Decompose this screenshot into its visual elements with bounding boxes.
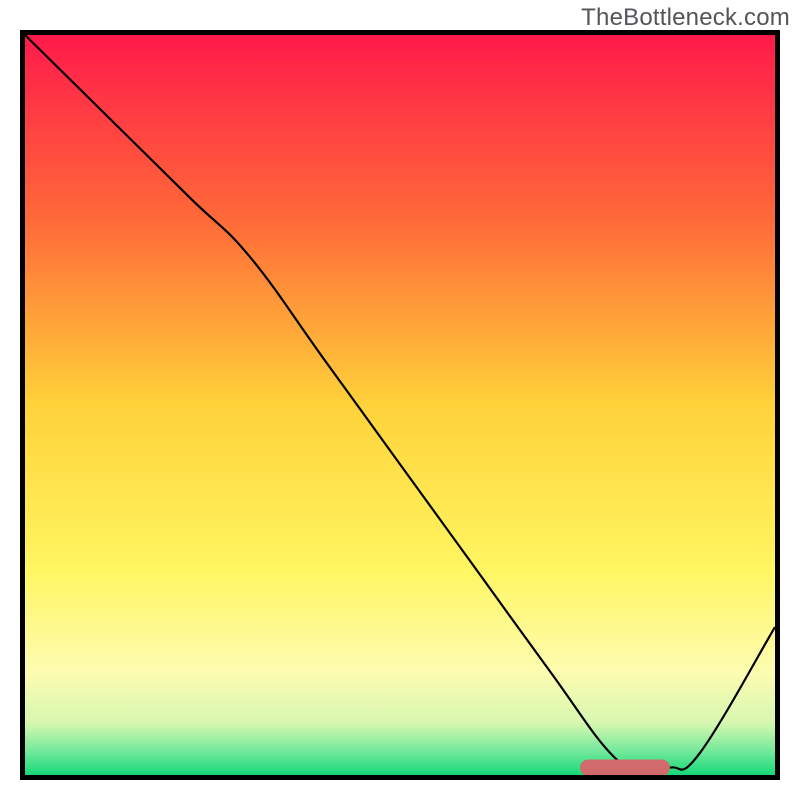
chart-frame: TheBottleneck.com [0,0,800,800]
valley-marker [580,759,670,775]
chart-svg [25,35,775,775]
marker-layer [580,759,670,775]
plot-area [20,30,780,780]
watermark-text: TheBottleneck.com [581,4,790,32]
